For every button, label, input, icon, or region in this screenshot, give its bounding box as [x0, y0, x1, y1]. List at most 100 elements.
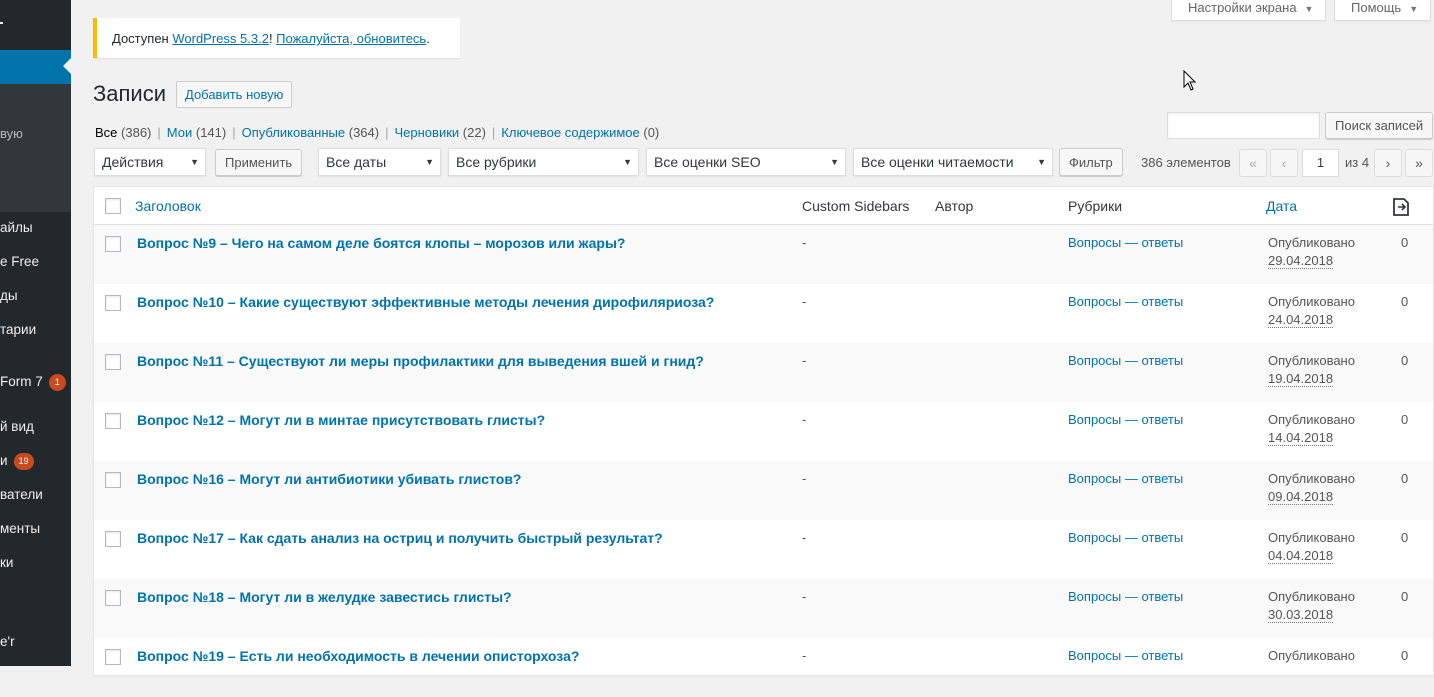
- next-page-button[interactable]: ›: [1374, 149, 1402, 177]
- sidebar-subitem-add-new[interactable]: вую: [0, 126, 23, 141]
- category-link[interactable]: Вопросы — ответы: [1068, 530, 1183, 545]
- comments-count: 0: [1401, 648, 1409, 663]
- sidebar-item-plugins[interactable]: и 19: [0, 453, 34, 470]
- post-title-link[interactable]: Вопрос №16 – Могут ли антибиотики убиват…: [137, 471, 521, 487]
- sidebar-item-plugin-free[interactable]: e Free: [0, 254, 39, 269]
- search-posts-button[interactable]: Поиск записей: [1325, 112, 1434, 139]
- category-link[interactable]: Вопросы — ответы: [1068, 648, 1183, 663]
- caret-down-icon: ▼: [623, 157, 632, 167]
- category-filter-select[interactable]: Все рубрики ▼: [448, 148, 639, 176]
- category-link[interactable]: Вопросы — ответы: [1068, 589, 1183, 604]
- table-row: Вопрос №16 – Могут ли антибиотики убиват…: [94, 461, 1433, 520]
- view-published[interactable]: Опубликованные (364): [242, 125, 379, 140]
- seo-filter-select[interactable]: Все оценки SEO ▼: [646, 148, 846, 176]
- row-checkbox[interactable]: [105, 413, 121, 429]
- screen-options-button[interactable]: Настройки экрана ▼: [1171, 0, 1327, 21]
- prev-page-button[interactable]: ‹: [1270, 149, 1298, 177]
- post-title-link[interactable]: Вопрос №19 – Есть ли необходимость в леч…: [137, 648, 579, 664]
- sidebar-item-label: e'r: [0, 634, 15, 649]
- date-filter-select[interactable]: Все даты ▼: [318, 148, 441, 176]
- view-mine[interactable]: Мои (141): [167, 125, 226, 140]
- sidebar-item-label: e Free: [0, 254, 40, 269]
- add-new-post-button[interactable]: Добавить новую: [176, 81, 293, 108]
- last-page-button[interactable]: »: [1405, 149, 1433, 177]
- category-link[interactable]: Вопросы — ответы: [1068, 471, 1183, 486]
- category-link[interactable]: Вопросы — ответы: [1068, 235, 1183, 250]
- wordpress-version-link[interactable]: WordPress 5.3.2: [172, 31, 269, 46]
- sidebar-item-settings[interactable]: ки: [0, 555, 13, 570]
- custom-sidebars-value: -: [802, 294, 807, 309]
- post-date: 09.04.2018: [1268, 489, 1334, 505]
- row-checkbox[interactable]: [105, 531, 121, 547]
- post-title-link[interactable]: Вопрос №12 – Могут ли в минтае присутств…: [137, 412, 545, 428]
- separator: |: [491, 125, 496, 140]
- bulk-action-select[interactable]: Действия ▼: [94, 148, 206, 176]
- apply-button[interactable]: Применить: [215, 149, 303, 176]
- row-checkbox[interactable]: [105, 649, 121, 665]
- row-checkbox[interactable]: [105, 590, 121, 606]
- select-value: Все оценки SEO: [654, 154, 761, 170]
- table-row: Вопрос №19 – Есть ли необходимость в леч…: [94, 638, 1433, 697]
- category-link[interactable]: Вопросы — ответы: [1068, 353, 1183, 368]
- category-link[interactable]: Вопросы — ответы: [1068, 294, 1183, 309]
- current-page-input[interactable]: 1: [1302, 149, 1339, 177]
- sidebar-item-tools[interactable]: менты: [0, 521, 40, 536]
- row-checkbox[interactable]: [105, 236, 121, 252]
- search-posts-input[interactable]: [1167, 112, 1320, 139]
- row-checkbox[interactable]: [105, 472, 121, 488]
- comments-count: 0: [1401, 294, 1409, 309]
- sidebar-item-posts-current[interactable]: [0, 50, 71, 84]
- sidebar-item-users[interactable]: ватели: [0, 487, 43, 502]
- view-cornerstone-link[interactable]: Ключевое содержимое: [501, 125, 639, 140]
- post-title-link[interactable]: Вопрос №18 – Могут ли в желудке завестис…: [137, 589, 512, 605]
- view-drafts[interactable]: Черновики (22): [395, 125, 486, 140]
- row-checkbox[interactable]: [105, 295, 121, 311]
- post-date: 24.04.2018: [1268, 312, 1334, 328]
- caret-down-icon: ▼: [425, 157, 434, 167]
- update-notice-text: Доступен: [112, 31, 173, 46]
- sidebar-item-appearance[interactable]: й вид: [0, 419, 34, 434]
- post-title-link[interactable]: Вопрос №17 – Как сдать анализ на остриц …: [137, 530, 663, 546]
- sidebar-item-label: ки: [0, 555, 14, 570]
- update-now-link[interactable]: Пожалуйста, обновитесь: [276, 31, 426, 46]
- filter-button[interactable]: Фильтр: [1059, 148, 1123, 176]
- readability-filter-select[interactable]: Все оценки читаемости ▼: [853, 148, 1053, 176]
- post-date: 30.03.2018: [1268, 607, 1334, 623]
- view-published-link[interactable]: Опубликованные: [242, 125, 346, 140]
- column-date[interactable]: Дата: [1266, 198, 1297, 214]
- page-title: Записи: [93, 81, 167, 106]
- sidebar-item-label: вую: [0, 126, 23, 141]
- select-value: Действия: [102, 154, 164, 170]
- column-title[interactable]: Заголовок: [135, 198, 201, 214]
- comments-count: 0: [1401, 353, 1409, 368]
- sidebar-item-label: айлы: [0, 220, 33, 235]
- category-link[interactable]: Вопросы — ответы: [1068, 412, 1183, 427]
- sidebar-item-files[interactable]: айлы: [0, 220, 33, 235]
- custom-sidebars-value: -: [802, 412, 807, 427]
- total-pages: из 4: [1345, 155, 1370, 170]
- sidebar-item-plugin-extra[interactable]: e'r: [0, 634, 15, 649]
- post-title-link[interactable]: Вопрос №9 – Чего на самом деле боятся кл…: [137, 235, 625, 251]
- view-all[interactable]: Все (386): [95, 125, 151, 140]
- view-cornerstone[interactable]: Ключевое содержимое (0): [501, 125, 659, 140]
- help-button[interactable]: Помощь ▼: [1334, 0, 1432, 21]
- column-author: Автор: [935, 198, 974, 214]
- row-checkbox[interactable]: [105, 354, 121, 370]
- sidebar-item-label: ды: [0, 288, 18, 303]
- post-title-link[interactable]: Вопрос №10 – Какие существуют эффективны…: [137, 294, 714, 310]
- current-menu-arrow: [63, 58, 71, 74]
- post-title-link[interactable]: Вопрос №11 – Существуют ли меры профилак…: [137, 353, 704, 369]
- comments-column-icon: [1393, 198, 1409, 216]
- sidebar-item-contact-form[interactable]: Form 7 1: [0, 374, 66, 391]
- view-count: (364): [348, 125, 380, 140]
- view-all-link[interactable]: Все: [95, 125, 117, 140]
- first-page-button[interactable]: «: [1239, 149, 1267, 177]
- sidebar-item-pages[interactable]: ды: [0, 288, 18, 303]
- select-value: Все оценки читаемости: [861, 154, 1014, 170]
- items-count: 386 элементов: [1141, 155, 1231, 170]
- sidebar-item-comments[interactable]: тарии: [0, 322, 36, 337]
- sidebar-item-label: и: [0, 453, 8, 468]
- view-mine-link[interactable]: Мои: [167, 125, 192, 140]
- view-drafts-link[interactable]: Черновики: [395, 125, 460, 140]
- select-all-checkbox[interactable]: [105, 198, 121, 214]
